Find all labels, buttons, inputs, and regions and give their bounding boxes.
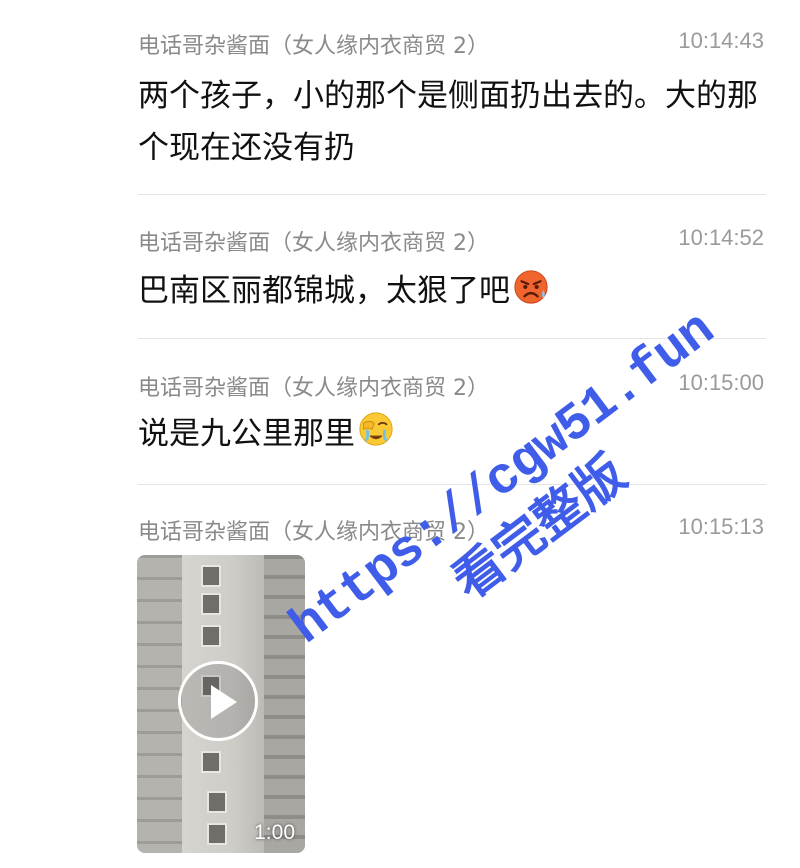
video-thumbnail[interactable]: 1:00 [137,555,305,853]
play-button[interactable] [178,661,258,741]
message-divider [138,194,766,195]
sender-name: 电话哥杂酱面（女人缘内衣商贸 2） [138,34,489,59]
video-frame-window [201,565,221,587]
sender-name: 电话哥杂酱面（女人缘内衣商贸 2） [138,231,489,256]
watermark: https://cgw51.fun 看完整版 [280,301,762,706]
message-text: 说是九公里那里 [138,416,355,452]
video-frame-window [201,593,221,615]
video-frame-window [207,823,227,845]
facepalm-face-icon [359,412,393,446]
play-icon [211,685,237,719]
message-timestamp: 10:14:52 [678,225,764,250]
video-duration: 1:00 [254,821,295,844]
sender-name: 电话哥杂酱面（女人缘内衣商贸 2） [138,376,489,401]
message-text: 巴南区丽都锦城，太狠了吧 [138,273,510,309]
video-frame-window [207,791,227,813]
video-frame-window [201,751,221,773]
angry-sweat-face-icon [514,270,548,304]
message-timestamp: 10:14:43 [678,28,764,53]
message-text: 两个孩子，小的那个是侧面扔出去的。大的那个现在还没有扔 [138,78,758,166]
watermark-url: https://cgw51.fun [280,300,726,658]
message-text-line: 巴南区丽都锦城，太狠了吧 [138,265,768,317]
video-frame-background [137,555,182,853]
video-frame-window [201,625,221,647]
message-timestamp: 10:15:13 [678,514,764,539]
